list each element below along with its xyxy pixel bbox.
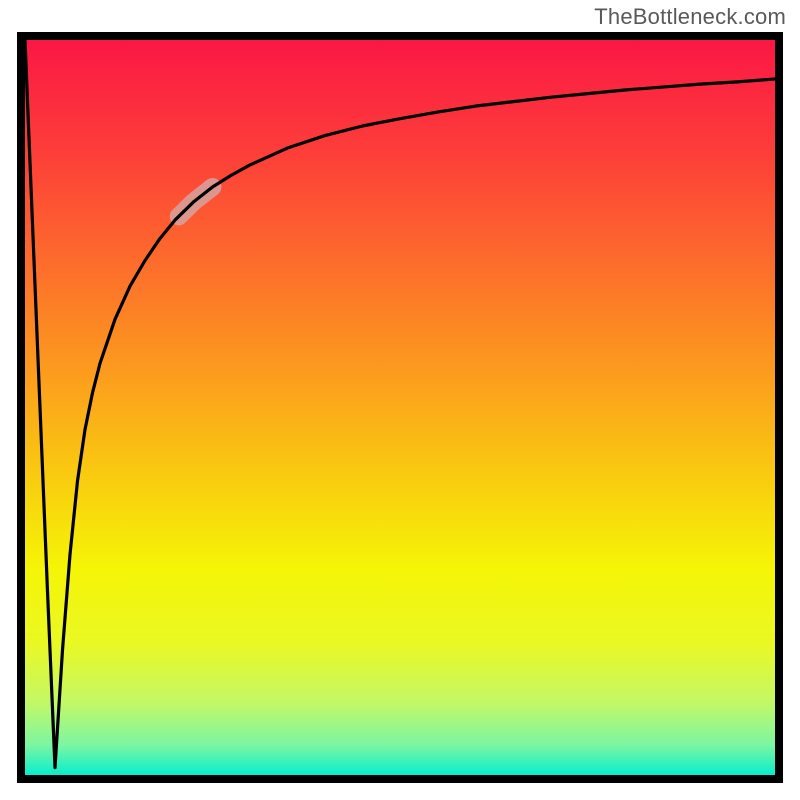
watermark-label: TheBottleneck.com bbox=[594, 4, 786, 30]
chart-svg bbox=[17, 32, 783, 783]
bottleneck-curve-chart bbox=[17, 32, 783, 783]
chart-background-gradient bbox=[25, 40, 775, 775]
